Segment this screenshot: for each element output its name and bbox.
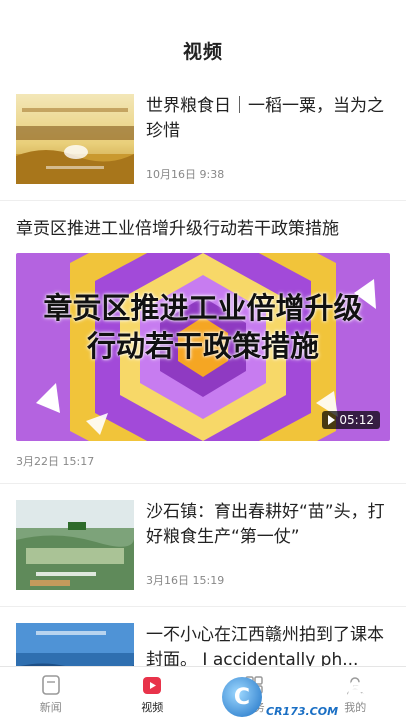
item-title: 章贡区推进工业倍增升级行动若干政策措施 bbox=[16, 219, 339, 239]
video-overlay-title-line1: 章贡区推进工业倍增升级 bbox=[43, 291, 363, 325]
video-feed[interactable]: 世界粮食日｜一稻一粟，当为之珍惜 10月16日 9:38 章贡区推进工业倍增升级… bbox=[0, 84, 406, 666]
tab-video[interactable]: 视频 bbox=[102, 667, 204, 722]
duration-text: 05:12 bbox=[339, 413, 374, 427]
tab-label: 视频 bbox=[141, 701, 164, 714]
item-title: 世界粮食日｜一稻一粟，当为之珍惜 bbox=[146, 96, 384, 141]
list-item[interactable]: 章贡区推进工业倍增升级行动若干政策措施 章贡区推进工业倍增升级 行动若干政策措施… bbox=[0, 201, 406, 484]
list-item[interactable]: 世界粮食日｜一稻一粟，当为之珍惜 10月16日 9:38 bbox=[0, 84, 406, 201]
tab-label: 服务 bbox=[242, 701, 265, 714]
tab-label: 新闻 bbox=[39, 701, 62, 714]
profile-icon bbox=[346, 677, 364, 695]
play-icon bbox=[328, 415, 336, 425]
tab-service[interactable]: 服务 bbox=[203, 667, 305, 722]
page-title: 视频 bbox=[182, 40, 223, 63]
video-thumbnail bbox=[16, 500, 134, 590]
bottom-tab-bar: 新闻 视频 服务 我的 bbox=[0, 666, 406, 722]
video-thumbnail bbox=[16, 94, 134, 184]
item-timestamp: 10月16日 9:38 bbox=[146, 168, 225, 181]
duration-badge: 05:12 bbox=[322, 411, 380, 429]
video-thumbnail bbox=[16, 623, 134, 666]
news-icon bbox=[41, 675, 60, 695]
tab-label: 我的 bbox=[344, 701, 367, 714]
video-overlay-title-line2: 行动若干政策措施 bbox=[86, 329, 319, 363]
video-player-cover[interactable]: 章贡区推进工业倍增升级 行动若干政策措施 05:12 bbox=[16, 253, 390, 441]
item-title: 沙石镇：育出春耕好“苗”头，打好粮食生产“第一仗” bbox=[146, 502, 385, 547]
item-timestamp: 3月16日 15:19 bbox=[146, 574, 225, 587]
video-icon bbox=[143, 677, 162, 694]
list-item[interactable]: 沙石镇：育出春耕好“苗”头，打好粮食生产“第一仗” 3月16日 15:19 bbox=[0, 484, 406, 607]
tab-news[interactable]: 新闻 bbox=[0, 667, 102, 722]
service-icon bbox=[245, 676, 263, 694]
item-timestamp: 3月22日 15:17 bbox=[16, 455, 95, 468]
tab-profile[interactable]: 我的 bbox=[305, 667, 406, 722]
item-title: 一不小心在江西赣州拍到了课本封面。 I accidentally ph... bbox=[146, 625, 384, 666]
list-item[interactable]: 一不小心在江西赣州拍到了课本封面。 I accidentally ph... bbox=[0, 607, 406, 666]
